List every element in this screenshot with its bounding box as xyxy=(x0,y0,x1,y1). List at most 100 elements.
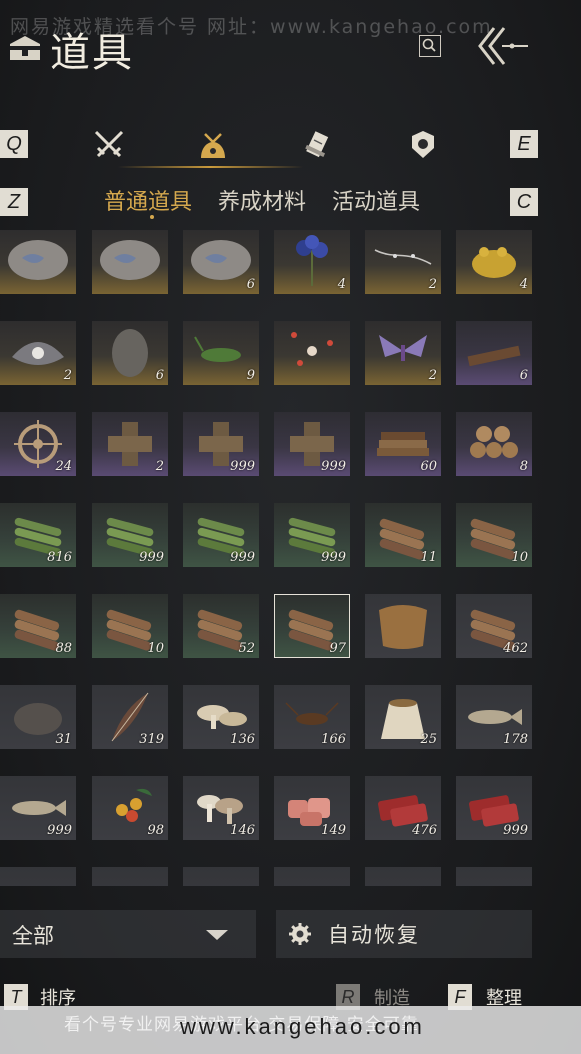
item-slot[interactable]: 999 xyxy=(274,503,350,567)
item-slot[interactable]: 6 xyxy=(92,321,168,385)
item-count: 999 xyxy=(47,823,72,838)
item-slot[interactable]: 4 xyxy=(274,230,350,294)
item-count: 10 xyxy=(147,641,164,656)
key-hint-q[interactable]: Q xyxy=(0,130,28,158)
item-slot[interactable]: 319 xyxy=(92,685,168,749)
item-slot[interactable] xyxy=(456,867,532,886)
category-active-indicator xyxy=(118,166,303,168)
stone-fossil-icon xyxy=(100,240,160,280)
fireflies-icon xyxy=(291,332,333,366)
filter-row: 全部 自动恢复 xyxy=(0,910,581,960)
auto-restore-button[interactable]: 自动恢复 xyxy=(276,910,532,958)
filter-dropdown[interactable]: 全部 xyxy=(0,910,256,958)
chevron-down-icon xyxy=(206,930,228,940)
item-slot[interactable]: 9 xyxy=(183,321,259,385)
item-slot[interactable]: 999 xyxy=(183,503,259,567)
item-count: 476 xyxy=(412,823,437,838)
subtab-bar: Z 普通道具 养成材料 活动道具 C xyxy=(0,180,581,224)
key-hint-z[interactable]: Z xyxy=(0,188,28,216)
item-count: 4 xyxy=(519,277,528,292)
chest-icon xyxy=(10,36,40,60)
item-count: 88 xyxy=(55,641,72,656)
gear-icon xyxy=(289,923,311,945)
item-count: 60 xyxy=(420,459,437,474)
item-slot[interactable]: 10 xyxy=(92,594,168,658)
item-slot[interactable] xyxy=(0,867,76,886)
item-slot[interactable] xyxy=(365,594,441,658)
item-slot[interactable]: 97 xyxy=(274,594,350,658)
fur-pelt-icon xyxy=(379,605,427,649)
item-count: 98 xyxy=(147,823,164,838)
item-slot[interactable]: 146 xyxy=(183,776,259,840)
item-slot[interactable]: 999 xyxy=(456,776,532,840)
item-slot[interactable]: 999 xyxy=(0,776,76,840)
item-slot[interactable]: 24 xyxy=(0,412,76,476)
item-slot[interactable] xyxy=(92,867,168,886)
crossed-swords-icon[interactable] xyxy=(92,128,126,162)
item-count: 178 xyxy=(503,732,528,747)
subtab-growth-materials[interactable]: 养成材料 xyxy=(218,184,306,216)
item-count: 6 xyxy=(246,277,255,292)
item-slot[interactable]: 10 xyxy=(456,503,532,567)
item-slot[interactable] xyxy=(365,867,441,886)
item-slot[interactable]: 476 xyxy=(365,776,441,840)
item-slot[interactable]: 11 xyxy=(365,503,441,567)
subtab-event-items[interactable]: 活动道具 xyxy=(332,184,420,216)
item-slot[interactable]: 2 xyxy=(365,230,441,294)
key-hint-e[interactable]: E xyxy=(510,130,538,158)
item-count: 25 xyxy=(420,732,437,747)
item-slot[interactable]: 8 xyxy=(456,412,532,476)
item-slot[interactable]: 60 xyxy=(365,412,441,476)
item-slot[interactable]: 816 xyxy=(0,503,76,567)
item-slot[interactable]: 52 xyxy=(183,594,259,658)
item-count: 146 xyxy=(230,823,255,838)
item-icon xyxy=(183,867,259,886)
item-slot[interactable]: 999 xyxy=(183,412,259,476)
header: 道具 xyxy=(0,0,581,100)
item-slot[interactable]: 999 xyxy=(274,412,350,476)
item-count: 6 xyxy=(519,368,528,383)
item-slot[interactable] xyxy=(274,867,350,886)
item-icon xyxy=(274,867,350,886)
scroll-icon[interactable] xyxy=(302,128,336,162)
auto-restore-label: 自动恢复 xyxy=(328,923,420,947)
item-slot[interactable] xyxy=(0,230,76,294)
item-count: 999 xyxy=(503,823,528,838)
medal-icon[interactable] xyxy=(406,128,440,162)
item-slot[interactable]: 999 xyxy=(92,503,168,567)
item-count: 999 xyxy=(139,550,164,565)
item-slot[interactable]: 2 xyxy=(92,412,168,476)
item-grid: 6 4 2 4 2 6 9 2 6 24 2 999 999 60 8 816 999 999 999 11 10 88 1… xyxy=(0,230,581,886)
key-hint-c[interactable]: C xyxy=(510,188,538,216)
watermark-url: www.kangehao.com xyxy=(180,1014,425,1039)
double-chevron-back-icon[interactable] xyxy=(472,24,534,68)
item-count: 136 xyxy=(230,732,255,747)
item-count: 166 xyxy=(321,732,346,747)
item-slot[interactable]: 4 xyxy=(456,230,532,294)
item-slot[interactable]: 462 xyxy=(456,594,532,658)
item-slot[interactable] xyxy=(274,321,350,385)
item-slot[interactable]: 6 xyxy=(456,321,532,385)
item-slot[interactable]: 88 xyxy=(0,594,76,658)
item-slot[interactable] xyxy=(183,867,259,886)
item-slot[interactable]: 98 xyxy=(92,776,168,840)
item-count: 8 xyxy=(519,459,528,474)
item-slot[interactable]: 6 xyxy=(183,230,259,294)
item-count: 9 xyxy=(246,368,255,383)
item-slot[interactable]: 149 xyxy=(274,776,350,840)
item-slot[interactable]: 2 xyxy=(365,321,441,385)
category-bar: Q E xyxy=(0,110,581,170)
subtab-common-items[interactable]: 普通道具 xyxy=(104,184,192,216)
item-slot[interactable]: 178 xyxy=(456,685,532,749)
search-button[interactable] xyxy=(419,35,441,57)
item-count: 149 xyxy=(321,823,346,838)
item-slot[interactable] xyxy=(92,230,168,294)
item-count: 10 xyxy=(511,550,528,565)
item-icon xyxy=(92,867,168,886)
item-slot[interactable]: 25 xyxy=(365,685,441,749)
item-slot[interactable]: 2 xyxy=(0,321,76,385)
pouch-icon[interactable] xyxy=(196,128,230,162)
item-slot[interactable]: 31 xyxy=(0,685,76,749)
item-slot[interactable]: 136 xyxy=(183,685,259,749)
item-slot[interactable]: 166 xyxy=(274,685,350,749)
